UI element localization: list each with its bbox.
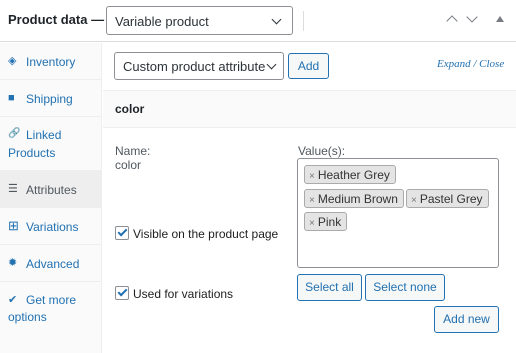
tab-shipping[interactable]: ■ Shipping (0, 80, 102, 117)
value-chip-label: Pink (317, 215, 342, 229)
value-chip-label: Heather Grey (317, 168, 390, 182)
tab-label: Get more (26, 293, 77, 307)
visible-on-product-page-checkbox[interactable] (115, 226, 129, 240)
add-attribute-button[interactable]: Add (288, 53, 329, 79)
tab-get-more-options[interactable]: ✔ Get more options (0, 282, 102, 338)
tab-label-line2: options (8, 310, 47, 324)
attribute-select[interactable]: Custom product attribute (114, 52, 284, 80)
collapse-panel-icon[interactable] (496, 16, 504, 22)
remove-icon[interactable]: × (411, 195, 417, 206)
product-type-select[interactable]: Variable product (106, 6, 293, 35)
used-for-variations-label: Used for variations (133, 287, 234, 301)
add-new-button[interactable]: Add new (434, 306, 499, 333)
product-data-header: Product data — Variable product (0, 0, 516, 42)
tab-label: Inventory (26, 55, 76, 69)
header-divider (303, 11, 304, 31)
attribute-header[interactable]: color (103, 90, 516, 128)
checkmark-icon (117, 226, 128, 237)
tab-inventory[interactable]: ◈ Inventory (0, 43, 102, 80)
product-type-value: Variable product (115, 14, 209, 29)
remove-icon[interactable]: × (309, 171, 315, 182)
name-value: color (115, 158, 142, 172)
tab-label: Attributes (26, 183, 77, 197)
remove-icon[interactable]: × (309, 195, 315, 206)
name-label: Name: (115, 144, 151, 158)
product-data-tabs: ◈ Inventory ■ Shipping 🔗 Linked Products… (0, 43, 102, 353)
move-down-icon[interactable] (466, 11, 478, 23)
chevron-down-icon (266, 59, 277, 70)
tab-attributes[interactable]: ☰ Attributes (0, 171, 102, 208)
tag-icon: ◈ (8, 55, 17, 67)
checkmark-icon (117, 286, 128, 297)
value-chip[interactable]: × Pastel Grey (406, 189, 489, 208)
value-chip[interactable]: × Medium Brown (304, 189, 404, 208)
tab-variations[interactable]: ⊞ Variations (0, 208, 102, 245)
values-label: Value(s): (298, 144, 346, 158)
grid-icon: ⊞ (8, 218, 19, 233)
list-icon: ☰ (8, 183, 18, 195)
value-chip-label: Medium Brown (317, 192, 398, 206)
value-chip[interactable]: × Pink (304, 212, 348, 231)
tab-label: Linked (26, 128, 62, 142)
attribute-select-value: Custom product attribute (123, 59, 266, 74)
tab-label: Advanced (26, 257, 80, 271)
chevron-down-icon (271, 14, 282, 25)
product-data-title: Product data — (8, 12, 105, 27)
link-icon: 🔗 (8, 128, 21, 139)
used-for-variations-checkbox[interactable] (115, 286, 129, 300)
plugin-icon: ✔ (8, 294, 18, 306)
tab-linked-products[interactable]: 🔗 Linked Products (0, 117, 102, 171)
select-none-button[interactable]: Select none (365, 274, 445, 301)
expand-close-link[interactable]: Expand / Close (437, 58, 504, 70)
move-up-icon[interactable] (446, 15, 458, 27)
tab-label: Shipping (26, 92, 73, 106)
tab-label: Variations (26, 220, 79, 234)
select-all-button[interactable]: Select all (297, 274, 362, 301)
value-chip[interactable]: × Heather Grey (304, 165, 396, 184)
gear-icon: ✹ (8, 257, 18, 269)
tab-label-line2: Products (8, 146, 56, 160)
truck-icon: ■ (8, 92, 15, 104)
attribute-heading: color (115, 102, 145, 116)
remove-icon[interactable]: × (309, 218, 315, 229)
visible-on-product-page-label: Visible on the product page (133, 227, 279, 241)
tab-advanced[interactable]: ✹ Advanced (0, 245, 102, 282)
values-multiselect[interactable]: × Heather Grey × Medium Brown × Pastel Grey… (297, 158, 499, 268)
value-chip-label: Pastel Grey (419, 192, 483, 206)
